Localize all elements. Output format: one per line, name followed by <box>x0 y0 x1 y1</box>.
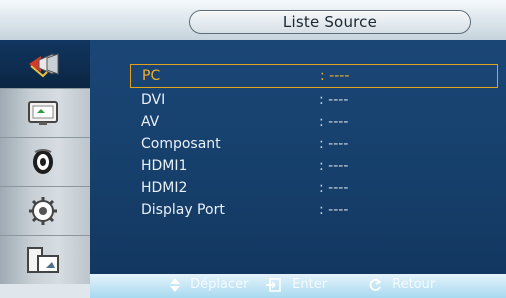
sound-icon <box>33 149 53 174</box>
source-status: : ---- <box>319 136 349 152</box>
hint-move-label: Déplacer <box>190 277 249 292</box>
osd-window: Liste Source PC: ---- DVI: ---- AV: -… <box>0 0 506 298</box>
setup-icon <box>29 197 57 225</box>
sidebar-item-picture[interactable] <box>0 89 90 137</box>
sidebar-item-setup[interactable] <box>0 187 90 235</box>
multi-screen-icon <box>27 247 59 273</box>
sidebar <box>0 40 90 284</box>
page-title: Liste Source <box>282 13 378 31</box>
source-status: : ---- <box>319 158 349 174</box>
source-item-composant[interactable]: Composant : ---- <box>130 132 502 154</box>
source-item-pc[interactable]: PC : ---- <box>130 64 498 88</box>
source-name: HDMI2 <box>141 180 188 196</box>
source-status: : ---- <box>319 180 349 196</box>
sidebar-item-sound[interactable] <box>0 138 90 186</box>
hint-enter: Enter <box>266 277 327 295</box>
source-name: AV <box>141 114 160 130</box>
source-item-dvi[interactable]: DVI : ---- <box>130 88 502 110</box>
source-list: PC : ---- DVI : ---- AV : ---- Composant… <box>130 64 502 220</box>
source-item-hdmi2[interactable]: HDMI2 : ---- <box>130 176 502 198</box>
source-name: PC <box>142 68 161 84</box>
sidebar-item-multi-screen[interactable] <box>0 236 90 284</box>
hint-return-label: Retour <box>392 277 436 292</box>
input-source-icon <box>29 53 59 78</box>
enter-icon <box>266 277 281 292</box>
source-list-panel: PC : ---- DVI : ---- AV : ---- Composant… <box>90 40 506 284</box>
picture-icon <box>28 101 58 125</box>
source-status: : ---- <box>319 92 349 108</box>
hint-move: Déplacer <box>170 277 248 295</box>
hint-enter-label: Enter <box>292 277 328 292</box>
return-icon <box>369 277 382 291</box>
source-name: DVI <box>141 92 166 108</box>
source-status: : ---- <box>319 202 349 218</box>
source-item-display-port[interactable]: Display Port : ---- <box>130 198 502 220</box>
source-name: HDMI1 <box>141 158 188 174</box>
up-down-arrow-icon <box>170 277 180 292</box>
source-status: : ---- <box>319 114 349 130</box>
source-item-av[interactable]: AV : ---- <box>130 110 502 132</box>
title-pill: Liste Source <box>189 10 471 34</box>
sidebar-item-input[interactable] <box>0 40 90 88</box>
source-item-hdmi1[interactable]: HDMI1 : ---- <box>130 154 502 176</box>
source-name: Display Port <box>141 202 225 218</box>
source-status: : ---- <box>320 68 350 84</box>
hint-return: Retour <box>368 277 435 295</box>
header-bar: Liste Source <box>0 0 506 40</box>
source-name: Composant <box>141 136 221 152</box>
